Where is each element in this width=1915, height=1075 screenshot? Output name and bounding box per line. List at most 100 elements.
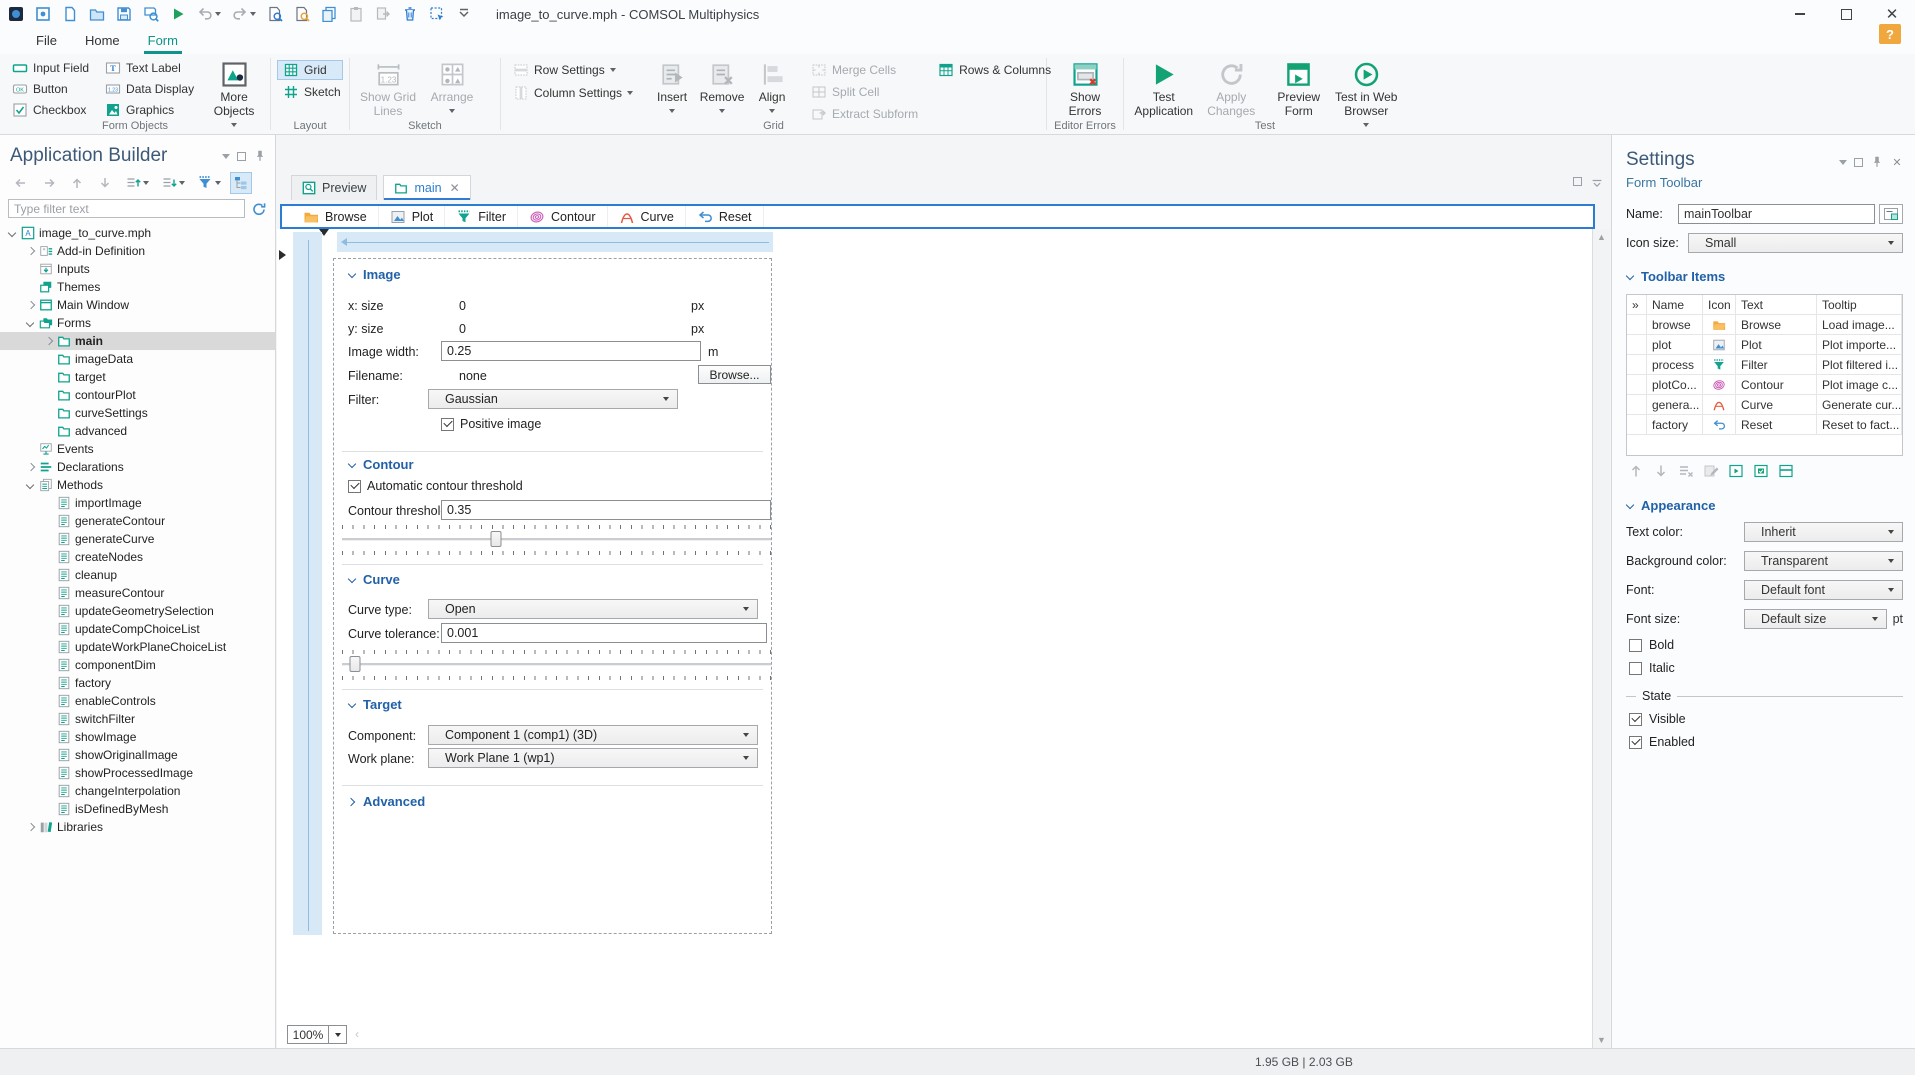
tree-item[interactable]: Forms — [0, 314, 275, 332]
tree-item[interactable]: enableControls — [0, 692, 275, 710]
tree-chevron-icon[interactable] — [44, 715, 53, 724]
ribbon-big-button[interactable]: Arrange — [420, 58, 484, 113]
section-collapse-icon[interactable] — [348, 461, 356, 469]
ribbon-small-button[interactable]: Grid — [277, 60, 343, 80]
ribbon-big-button[interactable]: Test in Web Browser — [1333, 58, 1401, 127]
tree-chevron-icon[interactable] — [44, 769, 53, 778]
tree-item[interactable]: switchFilter — [0, 710, 275, 728]
tree-item[interactable]: curveSettings — [0, 404, 275, 422]
hscroll-left-arrow[interactable]: ‹ — [355, 1027, 359, 1041]
toolbar-items-row[interactable]: plotCo... Contour Plot image c... — [1627, 375, 1902, 395]
tree-item[interactable]: createNodes — [0, 548, 275, 566]
tree-item[interactable]: isDefinedByMesh — [0, 800, 275, 818]
qat-button[interactable] — [321, 6, 337, 22]
visible-checkbox[interactable] — [1629, 712, 1642, 726]
form-toolbar-button[interactable]: Reset — [686, 206, 764, 227]
tree-item[interactable]: Main Window — [0, 296, 275, 314]
tree-chevron-icon[interactable] — [44, 805, 53, 814]
tree-chevron-icon[interactable] — [26, 481, 35, 490]
column-header[interactable]: Tooltip — [1817, 295, 1902, 314]
tree-chevron-icon[interactable] — [26, 283, 35, 292]
qat-button[interactable] — [402, 6, 418, 22]
zoom-level-value[interactable]: 100% — [287, 1025, 329, 1044]
slider-handle[interactable] — [490, 531, 502, 547]
contour-threshold-input[interactable]: 0.35 — [441, 500, 771, 520]
tree-item[interactable]: measureContour — [0, 584, 275, 602]
qat-button[interactable] — [375, 6, 391, 22]
qat-button[interactable] — [348, 6, 364, 22]
tree-filter-input[interactable] — [8, 199, 245, 218]
work-plane-combo[interactable]: Work Plane 1 (wp1) — [428, 748, 758, 768]
ribbon-tab[interactable]: Home — [71, 29, 134, 54]
tree-item[interactable]: contourPlot — [0, 386, 275, 404]
tree-item[interactable]: cleanup — [0, 566, 275, 584]
tree-chevron-icon[interactable] — [44, 553, 53, 562]
section-collapse-icon[interactable] — [1626, 273, 1634, 281]
tree-chevron-icon[interactable] — [44, 355, 53, 364]
font-size-combo[interactable]: Default size — [1744, 609, 1887, 629]
table-action-button[interactable] — [1778, 463, 1794, 482]
qat-button[interactable] — [429, 6, 445, 22]
tree-item[interactable]: generateContour — [0, 512, 275, 530]
tree-chevron-icon[interactable] — [44, 427, 53, 436]
tree-chevron-icon[interactable] — [26, 301, 35, 310]
form-toolbar-object-selected[interactable]: Browse Plot Filter Contour Curve Reset — [280, 204, 1595, 229]
ribbon-big-button[interactable]: Remove — [697, 58, 747, 113]
panel-menu-icon[interactable] — [1839, 159, 1847, 165]
qat-button[interactable] — [116, 6, 132, 22]
form-toolbar-button[interactable]: Plot — [379, 206, 446, 227]
tree-chevron-icon[interactable] — [44, 679, 53, 688]
background-color-combo[interactable]: Transparent — [1744, 551, 1903, 571]
ribbon-small-button[interactable]: Merge Cells — [805, 60, 924, 80]
toolbar-items-row[interactable]: plot Plot Plot importe... — [1627, 335, 1902, 355]
tree-chevron-icon[interactable] — [44, 787, 53, 796]
tree-chevron-icon[interactable] — [44, 517, 53, 526]
qat-button[interactable] — [294, 6, 310, 22]
editor-collapse-icon[interactable] — [1590, 177, 1604, 191]
ribbon-big-button[interactable]: Align — [747, 58, 797, 113]
toolbar-items-row[interactable]: browse Browse Load image... — [1627, 315, 1902, 335]
tree-chevron-icon[interactable] — [44, 337, 53, 346]
tree-chevron-icon[interactable] — [44, 643, 53, 652]
canvas-vertical-scrollbar[interactable]: ▲ ▼ — [1592, 229, 1610, 1048]
minimize-button[interactable] — [1777, 0, 1823, 28]
table-action-button[interactable] — [1653, 463, 1669, 482]
grid-margin-row[interactable] — [337, 232, 773, 252]
tree-item[interactable]: image_to_curve.mph — [0, 224, 275, 242]
tree-chevron-icon[interactable] — [44, 697, 53, 706]
toolbar-items-row[interactable]: process Filter Plot filtered i... — [1627, 355, 1902, 375]
tree-chevron-icon[interactable] — [44, 607, 53, 616]
section-collapse-icon[interactable] — [348, 271, 356, 279]
ribbon-small-button[interactable]: Data Display — [99, 79, 200, 99]
qat-button[interactable] — [62, 6, 78, 22]
tree-toolbar-button[interactable] — [94, 172, 116, 194]
panel-close-icon[interactable]: ✕ — [1891, 156, 1903, 169]
refresh-icon[interactable] — [251, 201, 267, 217]
tree-item[interactable]: showOriginalImage — [0, 746, 275, 764]
tree-item[interactable]: imageData — [0, 350, 275, 368]
tree-item[interactable]: main — [0, 332, 275, 350]
enabled-checkbox[interactable] — [1629, 735, 1642, 749]
tree-chevron-icon[interactable] — [26, 265, 35, 274]
tree-chevron-icon[interactable] — [26, 463, 35, 472]
tree-item[interactable]: Declarations — [0, 458, 275, 476]
ribbon-small-button[interactable]: Checkbox — [6, 100, 95, 120]
tree-item[interactable]: Methods — [0, 476, 275, 494]
tree-chevron-icon[interactable] — [44, 373, 53, 382]
ribbon-small-button[interactable]: Button — [6, 79, 95, 99]
text-color-combo[interactable]: Inherit — [1744, 522, 1903, 542]
tree-item[interactable]: updateGeometrySelection — [0, 602, 275, 620]
tree-item[interactable]: Libraries — [0, 818, 275, 836]
more-objects-button[interactable]: More Objects — [206, 58, 262, 127]
zoom-caret-button[interactable] — [329, 1025, 347, 1044]
panel-pin-icon[interactable] — [253, 149, 267, 163]
toolbar-items-row[interactable]: genera... Curve Generate cur... — [1627, 395, 1902, 415]
icon-size-combo[interactable]: Small — [1688, 233, 1903, 253]
form-toolbar-button[interactable]: Curve — [608, 206, 686, 227]
table-action-button[interactable] — [1703, 463, 1719, 482]
form-toolbar-button[interactable]: Browse — [292, 206, 379, 227]
qat-button[interactable] — [89, 6, 105, 22]
ribbon-tab[interactable]: File — [22, 29, 71, 54]
component-combo[interactable]: Component 1 (comp1) (3D) — [428, 725, 758, 745]
column-header[interactable]: Text — [1736, 295, 1817, 314]
